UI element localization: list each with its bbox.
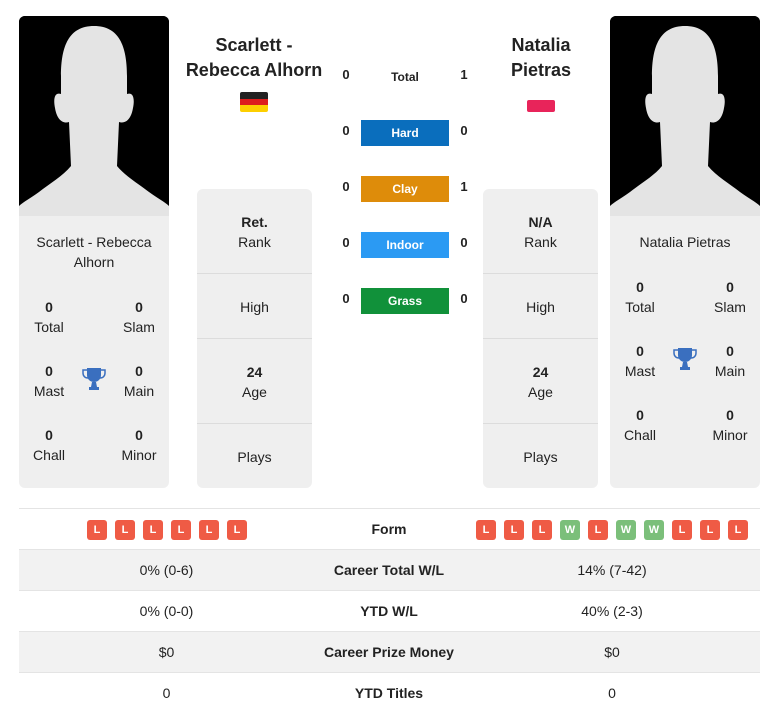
form-badge-loss[interactable]: L (504, 520, 524, 540)
trophy-icon (82, 368, 106, 390)
player2-high: High (526, 299, 555, 315)
h2h-indoor-p1: 0 (342, 235, 350, 250)
player1-name-link[interactable]: Scarlett - Rebecca Alhorn (179, 33, 329, 83)
form-badge-loss[interactable]: L (532, 520, 552, 540)
surface-indoor-button[interactable]: Indoor (361, 232, 449, 258)
h2h-hard-p2: 0 (460, 123, 468, 138)
divider (197, 273, 312, 274)
h2h-total-p1: 0 (342, 67, 350, 82)
player2-ytd-wl: 40% (2-3) (581, 603, 643, 619)
player1-ytd-titles: 0 (162, 685, 171, 701)
divider (483, 338, 598, 339)
player2-stat-chall: 0 Chall (624, 407, 656, 443)
form-badge-loss[interactable]: L (171, 520, 191, 540)
h2h-total-label: Total (391, 70, 419, 84)
trophy-icon (673, 348, 697, 370)
player1-card-name: Scarlett - Rebecca Alhorn (36, 234, 152, 270)
table-row-ytd-titles: 0 YTD Titles 0 (19, 673, 760, 714)
form-badge-loss[interactable]: L (700, 520, 720, 540)
form-badge-loss[interactable]: L (588, 520, 608, 540)
ytd-wl-label: YTD W/L (360, 603, 418, 619)
h2h-clay-p2: 1 (460, 179, 468, 194)
person-silhouette-icon (19, 16, 169, 216)
surface-hard-button[interactable]: Hard (361, 120, 449, 146)
player1-high: High (240, 299, 269, 315)
h2h-hard-p1: 0 (342, 123, 350, 138)
prize-money-label: Career Prize Money (324, 644, 454, 660)
h2h-indoor-p2: 0 (460, 235, 468, 250)
poland-flag-icon (527, 100, 555, 112)
player1-photo[interactable] (19, 16, 169, 216)
player2-stat-slam: 0 Slam (714, 279, 746, 315)
player2-name-link[interactable]: Natalia Pietras (466, 33, 616, 83)
player1-stat-chall: 0 Chall (33, 427, 65, 463)
form-badge-loss[interactable]: L (476, 520, 496, 540)
h2h-grass-p2: 0 (460, 291, 468, 306)
player2-stat-mast: 0 Mast (624, 343, 656, 379)
player2-rank: N/A Rank (524, 214, 557, 250)
divider (197, 423, 312, 424)
table-row-career-wl: 0% (0-6) Career Total W/L 14% (7-42) (19, 550, 760, 591)
form-badge-loss[interactable]: L (199, 520, 219, 540)
surface-clay-button[interactable]: Clay (361, 176, 449, 202)
divider (197, 338, 312, 339)
player2-ytd-titles: 0 (608, 685, 616, 701)
player2-stat-total: 0 Total (625, 279, 655, 315)
player2-card: Natalia Pietras 0 Total 0 Slam 0 Mast 0 Main… (610, 16, 760, 488)
table-row-prize-money: $0 Career Prize Money $0 (19, 632, 760, 673)
form-badge-win[interactable]: W (560, 520, 580, 540)
player2-age: 24 Age (528, 364, 553, 400)
form-badge-loss[interactable]: L (672, 520, 692, 540)
player1-card: Scarlett - Rebecca Alhorn 0 Total 0 Slam 0… (19, 16, 169, 488)
player1-age: 24 Age (242, 364, 267, 400)
table-row-form: LLLLLL Form LLLWLWWLLL (19, 509, 760, 550)
player1-stat-mast: 0 Mast (33, 363, 65, 399)
h2h-clay-p1: 0 (342, 179, 350, 194)
player1-stat-minor: 0 Minor (121, 427, 157, 463)
person-silhouette-icon (610, 16, 760, 216)
form-badge-win[interactable]: W (644, 520, 664, 540)
ytd-titles-label: YTD Titles (354, 685, 424, 701)
player1-info-panel: Ret. Rank High 24 Age Plays (197, 189, 312, 488)
divider (483, 423, 598, 424)
form-badge-loss[interactable]: L (227, 520, 247, 540)
player1-stat-total: 0 Total (34, 299, 64, 335)
player1-form: LLLLLL (87, 520, 247, 540)
player2-info-panel: N/A Rank High 24 Age Plays (483, 189, 598, 488)
form-badge-loss[interactable]: L (143, 520, 163, 540)
germany-flag-icon (240, 92, 268, 112)
player2-prize-money: $0 (604, 644, 620, 660)
player2-plays: Plays (523, 449, 558, 465)
table-row-ytd-wl: 0% (0-0) YTD W/L 40% (2-3) (19, 591, 760, 632)
player2-stat-minor: 0 Minor (712, 407, 748, 443)
player1-prize-money: $0 (158, 644, 175, 660)
form-badge-loss[interactable]: L (728, 520, 748, 540)
player1-stat-slam: 0 Slam (123, 299, 155, 335)
surface-grass-button[interactable]: Grass (361, 288, 449, 314)
form-badge-loss[interactable]: L (115, 520, 135, 540)
form-badge-win[interactable]: W (616, 520, 636, 540)
form-label: Form (371, 521, 407, 537)
player2-photo[interactable] (610, 16, 760, 216)
career-wl-label: Career Total W/L (333, 562, 445, 578)
player1-career-wl: 0% (0-6) (139, 562, 194, 578)
h2h-grass-p1: 0 (342, 291, 350, 306)
form-badge-loss[interactable]: L (87, 520, 107, 540)
player1-rank: Ret. Rank (238, 214, 271, 250)
divider (483, 273, 598, 274)
h2h-total-p2: 1 (460, 67, 468, 82)
player1-ytd-wl: 0% (0-0) (139, 603, 194, 619)
player2-form: LLLWLWWLLL (476, 520, 748, 540)
player2-card-name: Natalia Pietras (639, 234, 731, 250)
player2-career-wl: 14% (7-42) (577, 562, 647, 578)
player1-stat-main: 0 Main (123, 363, 155, 399)
player1-plays: Plays (237, 449, 272, 465)
player2-stat-main: 0 Main (714, 343, 746, 379)
